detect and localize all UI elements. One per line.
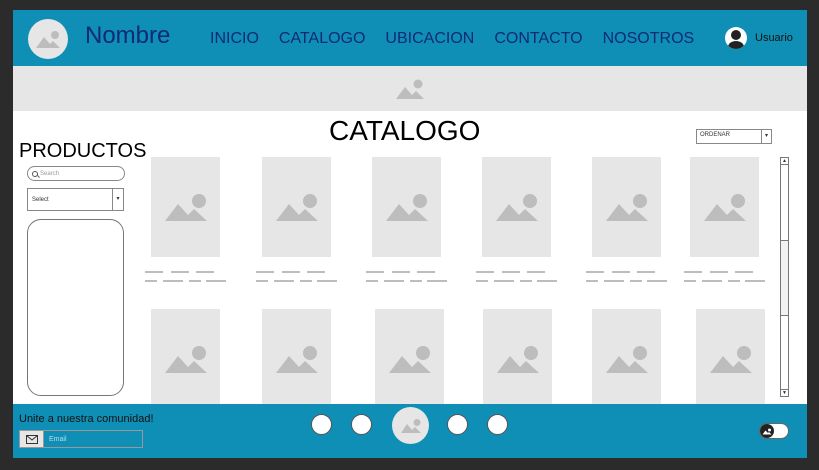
product-card[interactable]	[696, 309, 765, 409]
product-image[interactable]	[262, 157, 331, 257]
theme-toggle[interactable]	[759, 423, 789, 439]
image-placeholder-icon	[703, 194, 746, 221]
image-placeholder-icon	[496, 346, 539, 373]
chevron-down-icon[interactable]: ▾	[112, 189, 123, 210]
search-input[interactable]: Search	[27, 166, 125, 181]
nav-item-inicio[interactable]: INICIO	[210, 30, 259, 48]
scrollbar-thumb[interactable]	[781, 240, 788, 316]
carousel-dot[interactable]	[351, 414, 372, 435]
filter-select[interactable]: Select ▾	[27, 188, 124, 211]
nav-item-nosotros[interactable]: NOSOTROS	[603, 30, 695, 48]
app-frame: Nombre INICIO CATALOGO UBICACION CONTACT…	[13, 10, 807, 458]
image-placeholder-icon	[605, 346, 648, 373]
product-card[interactable]	[483, 309, 552, 409]
scroll-up-icon[interactable]: ▲	[781, 158, 788, 165]
community-label: Unite a nuestra comunidad!	[19, 413, 154, 425]
image-toggle-icon	[760, 424, 774, 438]
sort-dropdown[interactable]: ORDENAR ▾	[696, 129, 772, 144]
carousel-dot[interactable]	[487, 414, 508, 435]
sidebar-title: PRODUCTOS	[19, 140, 147, 162]
footer-bar: Unite a nuestra comunidad! Email	[13, 404, 807, 458]
sort-label: ORDENAR	[700, 132, 731, 138]
page-title: CATALOGO	[329, 115, 481, 146]
product-card[interactable]	[262, 309, 331, 409]
search-icon	[32, 170, 38, 177]
product-card[interactable]	[256, 157, 337, 282]
category-list-box[interactable]	[27, 219, 124, 396]
image-placeholder-icon	[388, 346, 431, 373]
product-image[interactable]	[483, 309, 552, 409]
nav-item-ubicacion[interactable]: UBICACION	[385, 30, 474, 48]
product-card[interactable]	[684, 157, 765, 282]
product-image[interactable]	[592, 157, 661, 257]
carousel-dot[interactable]	[311, 414, 332, 435]
product-card[interactable]	[375, 309, 444, 409]
product-card[interactable]	[366, 157, 447, 282]
product-card[interactable]	[592, 309, 661, 409]
image-placeholder-icon	[164, 194, 207, 221]
scroll-down-icon[interactable]: ▼	[781, 389, 788, 396]
carousel-dot[interactable]	[447, 414, 468, 435]
product-image[interactable]	[372, 157, 441, 257]
product-card[interactable]	[151, 309, 220, 409]
product-image[interactable]	[592, 309, 661, 409]
main-nav: INICIO CATALOGO UBICACION CONTACTO NOSOT…	[210, 30, 694, 48]
logo-image-icon[interactable]	[28, 19, 68, 59]
chevron-down-icon[interactable]: ▾	[761, 130, 771, 143]
search-placeholder: Search	[40, 170, 60, 177]
product-image[interactable]	[151, 157, 220, 257]
user-menu[interactable]: Usuario	[725, 27, 793, 49]
product-image[interactable]	[151, 309, 220, 409]
email-input[interactable]: Email	[19, 430, 143, 448]
product-image[interactable]	[375, 309, 444, 409]
user-avatar-icon[interactable]	[725, 27, 747, 49]
banner-image	[13, 66, 807, 111]
top-navbar: Nombre INICIO CATALOGO UBICACION CONTACT…	[13, 10, 807, 66]
catalog-scrollbar[interactable]: ▲ ▼	[780, 157, 789, 397]
product-image[interactable]	[690, 157, 759, 257]
carousel-active-image[interactable]	[392, 407, 429, 444]
image-placeholder-icon	[709, 346, 752, 373]
brand-name[interactable]: Nombre	[85, 22, 170, 50]
user-label[interactable]: Usuario	[755, 32, 793, 44]
image-placeholder-icon	[385, 194, 428, 221]
image-placeholder-icon	[275, 194, 318, 221]
product-image[interactable]	[482, 157, 551, 257]
envelope-icon	[20, 431, 44, 447]
email-placeholder: Email	[49, 435, 67, 443]
image-placeholder-icon	[275, 346, 318, 373]
nav-item-catalogo[interactable]: CATALOGO	[279, 30, 366, 48]
product-image[interactable]	[696, 309, 765, 409]
product-card[interactable]	[586, 157, 667, 282]
select-label: Select	[32, 197, 49, 203]
product-card[interactable]	[476, 157, 557, 282]
product-image[interactable]	[262, 309, 331, 409]
image-placeholder-icon	[400, 418, 421, 433]
image-placeholder-icon	[605, 194, 648, 221]
image-placeholder-icon	[495, 194, 538, 221]
image-placeholder-icon	[164, 346, 207, 373]
nav-item-contacto[interactable]: CONTACTO	[494, 30, 582, 48]
banner-image-icon	[396, 79, 424, 99]
product-card[interactable]	[145, 157, 226, 282]
